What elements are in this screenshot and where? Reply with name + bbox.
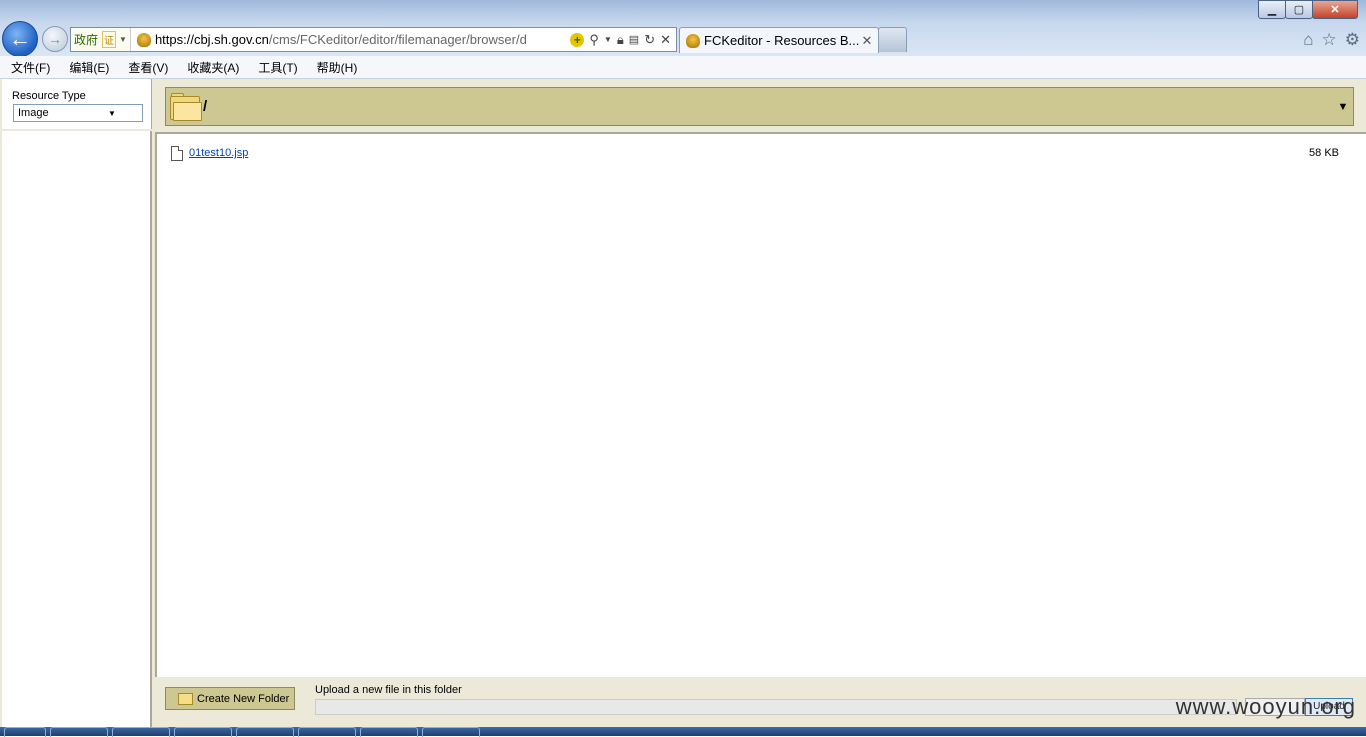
file-row: 01test10.jsp 58 KB [171,144,1339,162]
file-list: 01test10.jsp 58 KB [155,132,1366,677]
menu-edit[interactable]: 编辑(E) [61,59,117,76]
chevron-down-icon: ▼ [108,108,116,118]
compat-view-icon[interactable]: + [570,32,585,47]
upload-label: Upload a new file in this folder [315,684,462,696]
menu-file[interactable]: 文件(F) [3,59,58,76]
current-path: / [203,98,208,115]
window-controls: ▁ ▢ ✕ [1258,0,1358,19]
forward-arrow-icon: → [48,31,62,47]
back-button[interactable]: ← [2,21,38,57]
menu-favorites[interactable]: 收藏夹(A) [179,59,247,76]
taskbar [0,727,1366,737]
tab-close-icon[interactable]: ✕ [860,33,874,49]
gov-site-badge[interactable]: 政府 证 ▼ [71,28,131,51]
current-folder-bar: / ▼ [165,87,1354,126]
resource-type-label: Resource Type [12,90,86,102]
browser-tools: ⌂ ☆ ⚙ [1303,30,1360,50]
chevron-down-icon: ▼ [119,35,127,44]
site-favicon-icon [136,32,151,47]
new-tab-button[interactable] [878,27,907,52]
menu-view[interactable]: 查看(V) [120,59,176,76]
menu-help[interactable]: 帮助(H) [309,59,366,76]
watermark: www.wooyun.org [1175,694,1356,719]
address-bar[interactable]: 政府 证 ▼ https://cbj.sh.gov.cn/cms/FCKedit… [70,27,677,52]
tab-fckeditor[interactable]: FCKeditor - Resources B... ✕ [679,27,879,53]
maximize-button[interactable]: ▢ [1285,0,1313,19]
minimize-button[interactable]: ▁ [1258,0,1286,19]
tab-title: FCKeditor - Resources B... [704,33,860,48]
compat-icon[interactable]: ▤ [629,33,639,46]
file-browser: Resource Type Image ▼ / ▼ 01test10.jsp 5… [0,79,1366,727]
home-icon[interactable]: ⌂ [1303,30,1313,50]
path-dropdown-icon[interactable]: ▼ [1333,101,1353,113]
resource-type-value: Image [18,107,49,119]
gov-label: 政府 [74,33,99,47]
create-folder-label: Create New Folder [197,692,290,705]
resource-type-select[interactable]: Image ▼ [13,104,143,122]
file-link[interactable]: 01test10.jsp [189,147,1309,159]
dropdown-icon[interactable]: ▼ [604,35,612,44]
folder-tree[interactable] [2,131,152,727]
resource-type-panel: Resource Type Image ▼ [2,79,152,129]
upload-file-input[interactable] [315,699,1237,715]
gear-icon[interactable]: ⚙ [1345,30,1360,50]
stop-icon[interactable]: ✕ [660,32,671,48]
refresh-icon[interactable]: ↻ [644,32,655,48]
lock-icon[interactable]: 🔒︎ [617,32,624,48]
back-arrow-icon: ← [9,26,31,51]
menu-tools[interactable]: 工具(T) [250,59,305,76]
url-text[interactable]: https://cbj.sh.gov.cn/cms/FCKeditor/edit… [155,32,570,47]
browser-chrome: ▁ ▢ ✕ ← → 政府 证 ▼ https://cbj.sh.gov.cn/c… [0,0,1366,57]
tab-favicon-icon [686,33,700,48]
address-bar-icons: + ⚲ ▼ 🔒︎ ▤ ↻ ✕ [570,32,676,48]
create-folder-button[interactable]: Create New Folder [165,687,295,710]
forward-button[interactable]: → [42,26,68,52]
file-size: 58 KB [1309,147,1339,159]
folder-icon [178,692,193,705]
menu-bar: 文件(F) 编辑(E) 查看(V) 收藏夹(A) 工具(T) 帮助(H) [0,56,1366,79]
certificate-icon: 证 [102,31,117,48]
favorites-star-icon[interactable]: ☆ [1322,30,1337,50]
file-icon [171,145,183,161]
search-icon[interactable]: ⚲ [589,32,599,48]
folder-icon [170,92,202,121]
close-window-button[interactable]: ✕ [1312,0,1358,19]
